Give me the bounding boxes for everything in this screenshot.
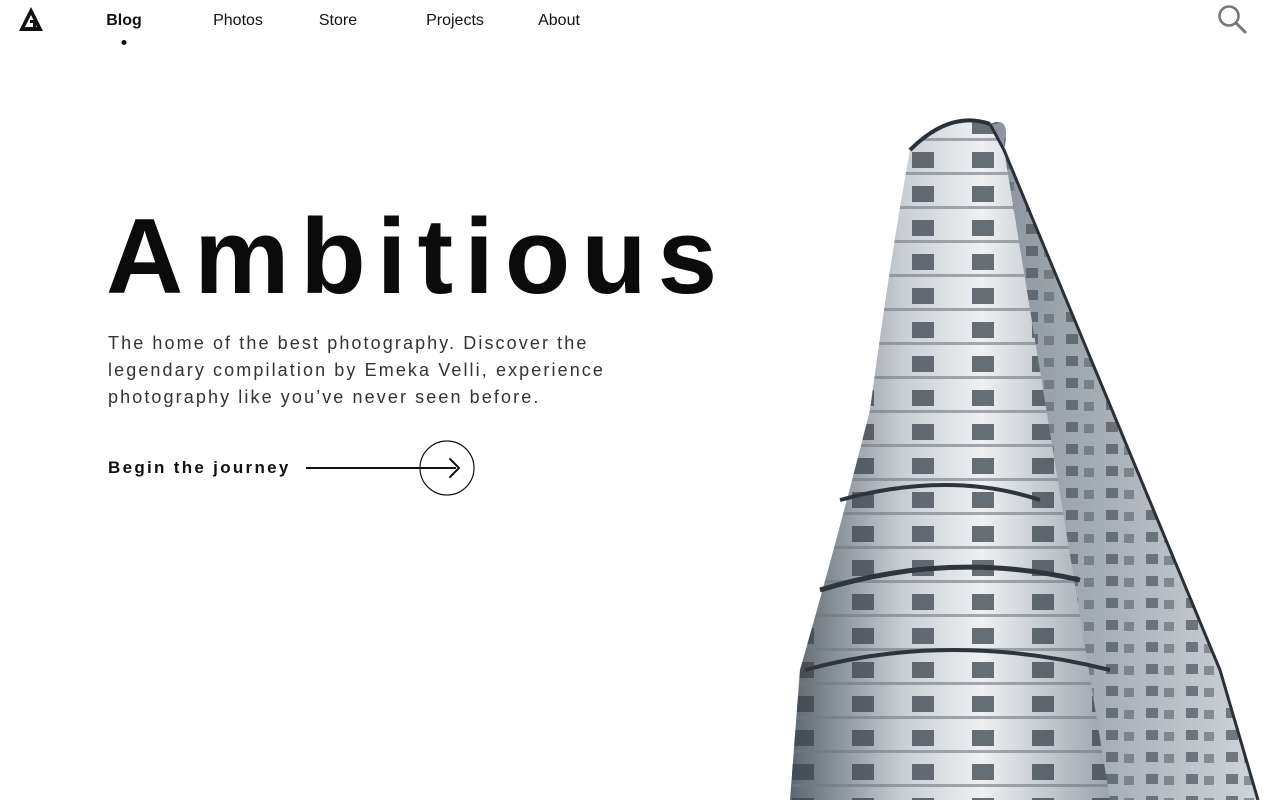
building-photo (790, 118, 1260, 800)
arrow-right-circle-icon[interactable] (304, 438, 476, 498)
cta-label: Begin the journey (108, 458, 291, 477)
nav-item-photos[interactable]: Photos (213, 12, 263, 30)
hero-description: The home of the best photography. Discov… (108, 333, 606, 407)
nav-item-about[interactable]: About (538, 12, 580, 30)
begin-journey-button[interactable]: Begin the journey (108, 438, 480, 498)
active-indicator (121, 40, 127, 45)
search-icon[interactable] (1216, 3, 1248, 35)
site-logo-icon[interactable] (18, 6, 44, 32)
nav-item-projects[interactable]: Projects (426, 12, 484, 30)
nav-item-blog[interactable]: Blog (106, 12, 142, 30)
hero-title: Ambitious (106, 196, 729, 316)
nav-item-store[interactable]: Store (319, 12, 357, 30)
